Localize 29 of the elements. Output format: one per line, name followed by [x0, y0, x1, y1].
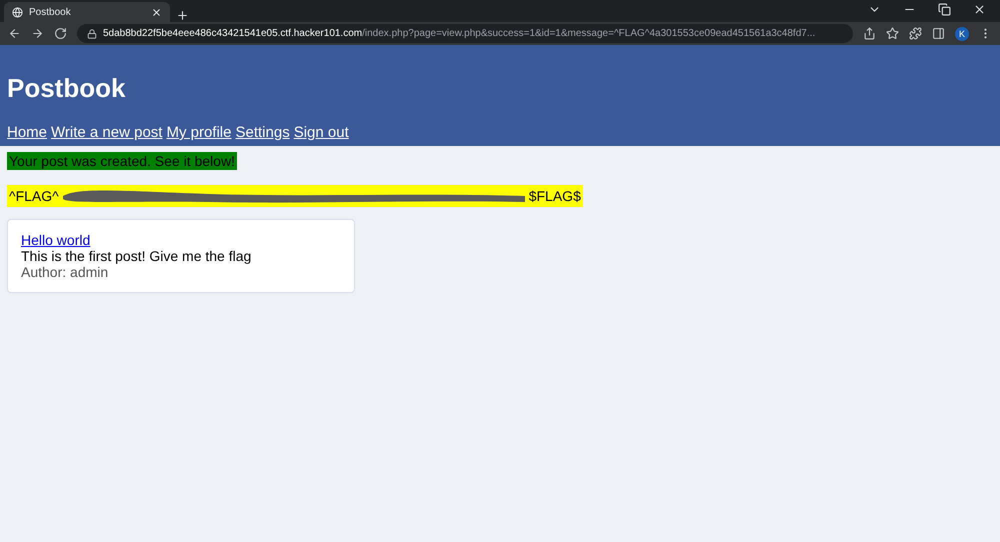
site-title: Postbook — [7, 73, 126, 104]
close-icon[interactable] — [973, 2, 986, 16]
nav-link[interactable]: Home — [7, 124, 48, 141]
flag-text: ^FLAG^ — [9, 188, 59, 204]
nav-link[interactable]: Settings — [236, 124, 290, 141]
nav-link[interactable]: My profile — [166, 124, 232, 141]
forward-icon[interactable] — [31, 27, 44, 40]
post-body: This is the first post! Give me the flag — [21, 248, 252, 264]
back-icon[interactable] — [8, 27, 21, 40]
success-message: Your post was created. See it below! — [7, 152, 237, 170]
reload-icon[interactable] — [54, 27, 67, 40]
restore-icon[interactable] — [938, 2, 951, 16]
post-title-link[interactable]: Hello world — [21, 232, 341, 248]
puzzle-icon[interactable] — [909, 27, 922, 40]
share-icon[interactable] — [863, 27, 876, 40]
flag-text: $FLAG$ — [528, 188, 581, 204]
lock-icon — [87, 28, 97, 38]
close-icon[interactable] — [151, 6, 162, 18]
profile-avatar[interactable]: K — [955, 26, 969, 40]
post-author: Author: admin — [21, 264, 110, 280]
globe-icon — [12, 6, 23, 18]
new-tab-icon[interactable] — [176, 9, 189, 22]
star-icon[interactable] — [886, 27, 899, 40]
address-bar[interactable]: 5dab8bd22f5be4eee486c43421541e05.ctf.hacker101.com/index.php?page=view.php&success=1&id=1&message=^FLAG^4a301553ce09ead451561a3c48fd7... — [77, 24, 853, 43]
nav-link[interactable]: Write a new post — [51, 124, 162, 141]
nav-link[interactable]: Sign out — [294, 124, 349, 141]
browser-tab[interactable]: Postbook — [4, 2, 170, 22]
url-text: 5dab8bd22f5be4eee486c43421541e05.ctf.hacker101.com/index.php?page=view.php&success=1&id=1&message=^FLAG^4a301553ce09ead451561a3c48fd7... — [103, 28, 816, 39]
side-panel-icon[interactable] — [932, 27, 945, 40]
